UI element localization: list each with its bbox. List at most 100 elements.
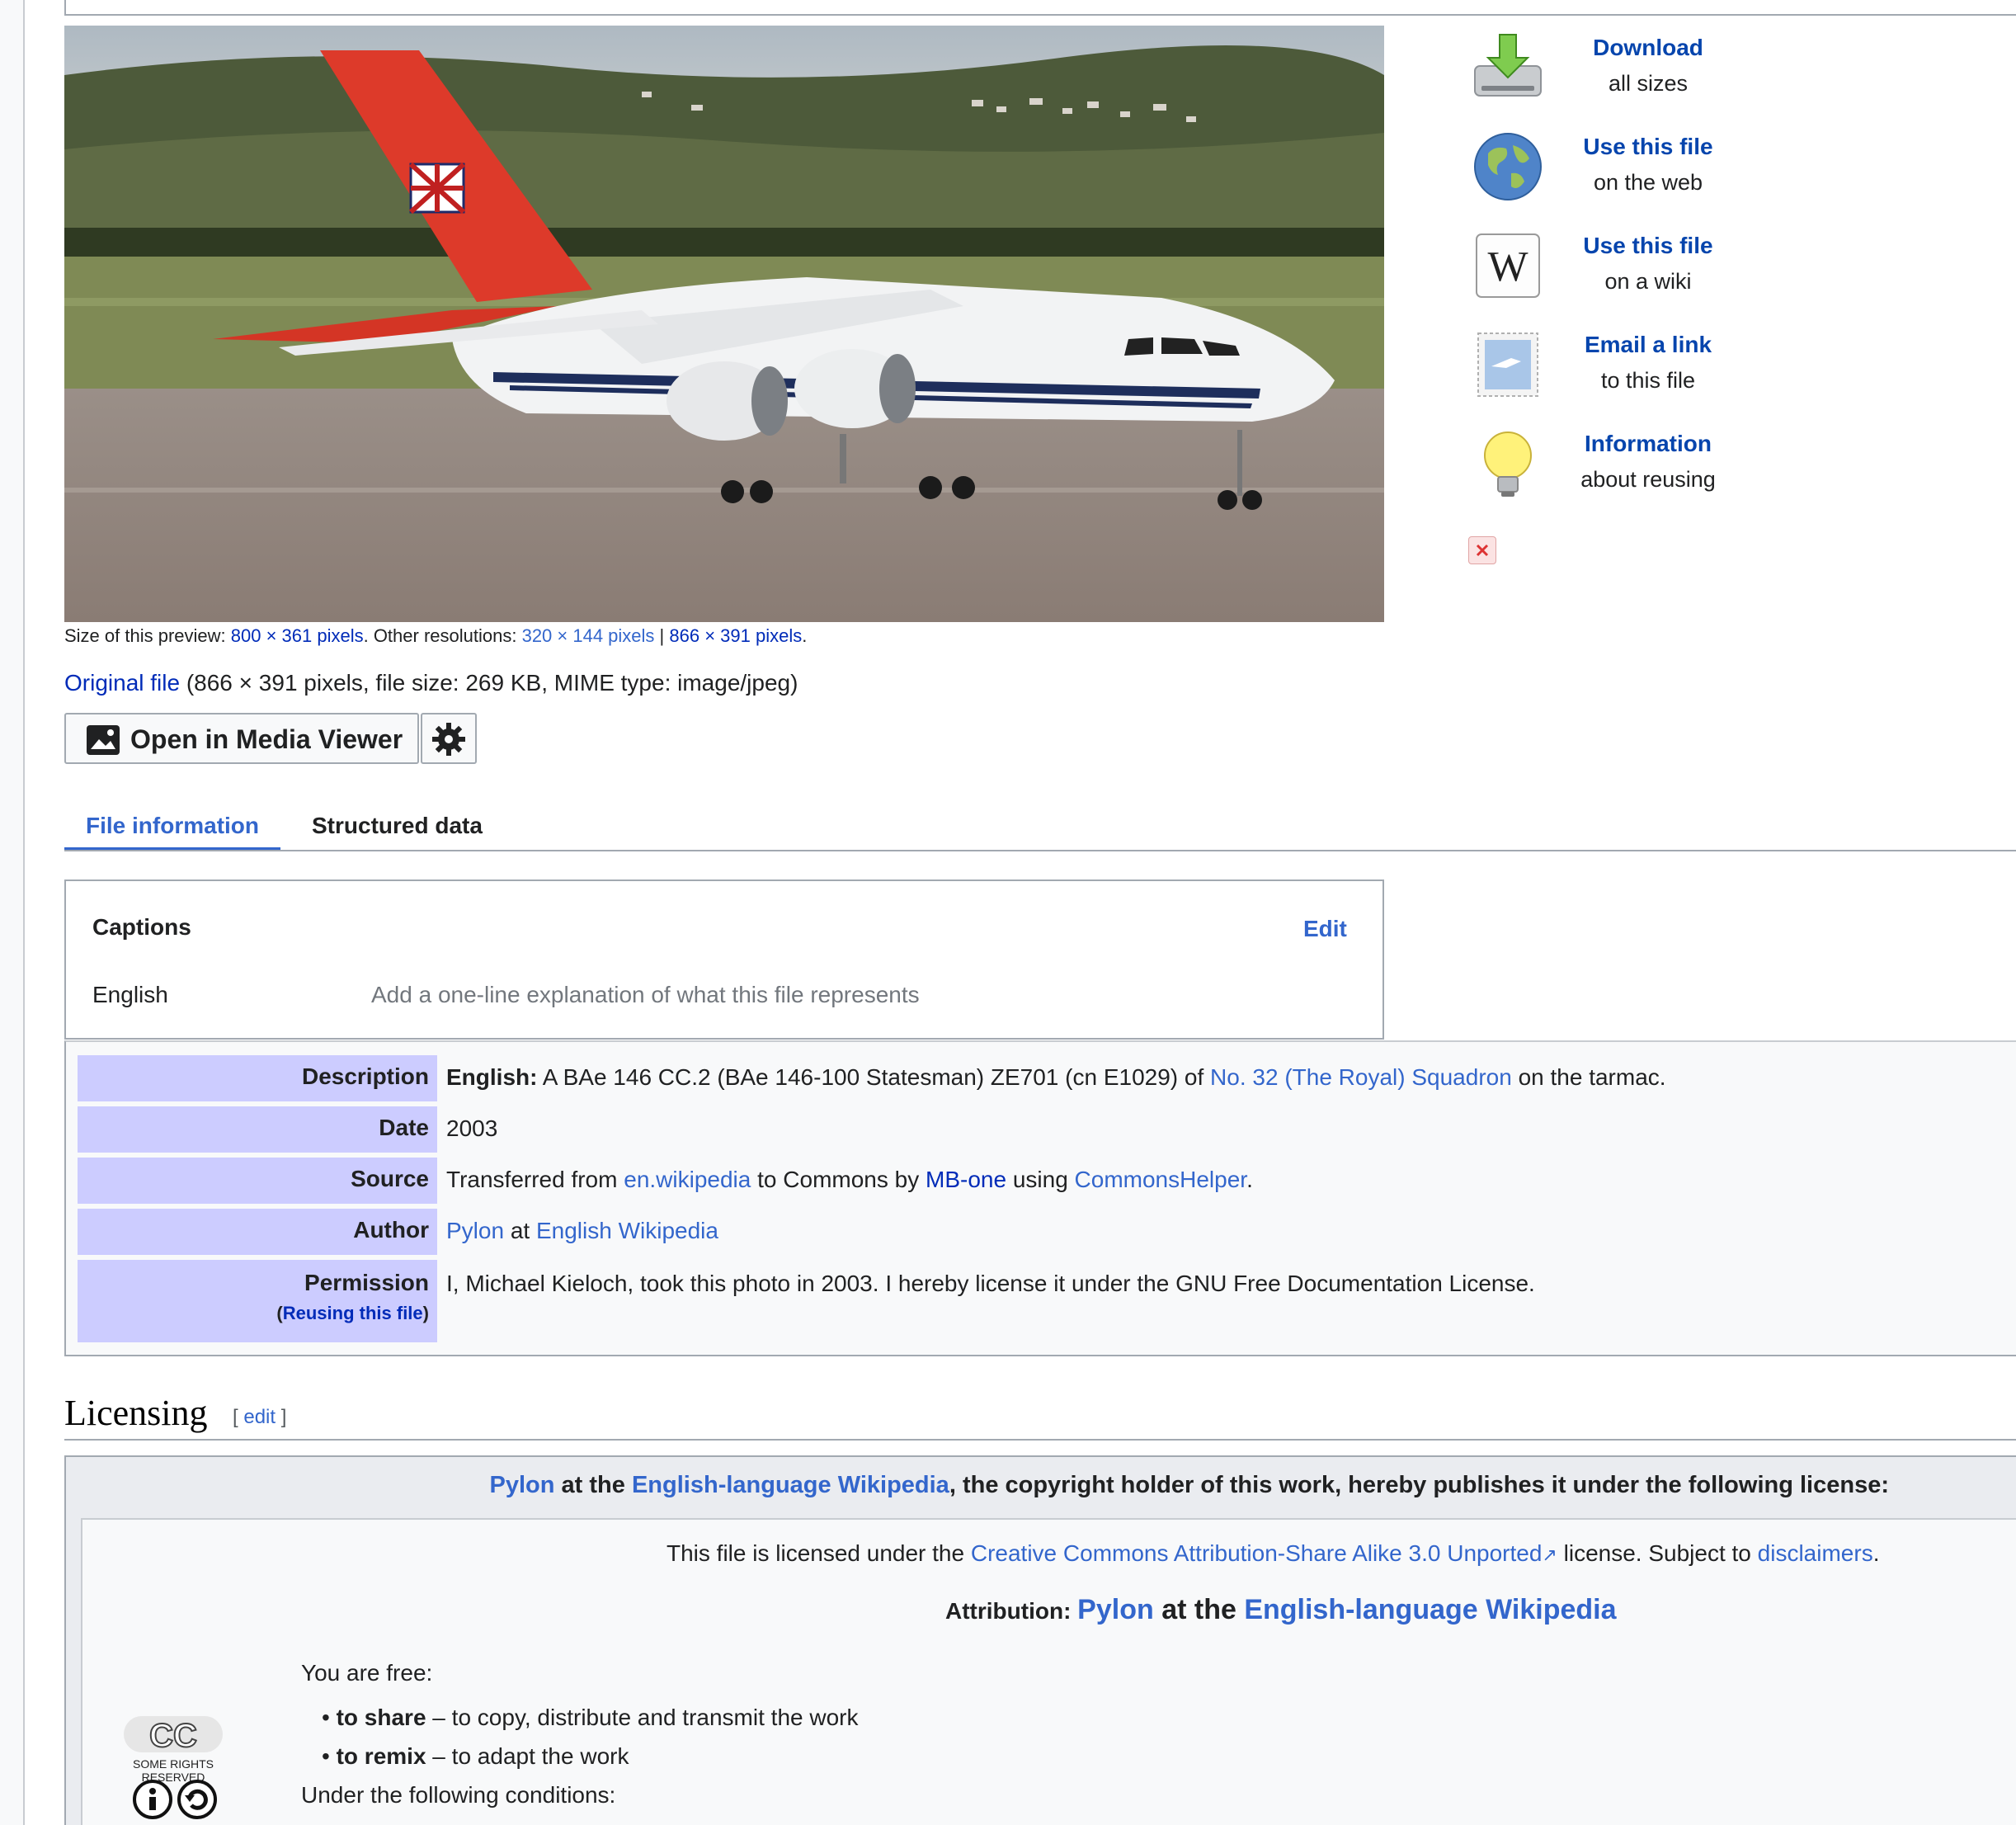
stamp-icon	[1470, 327, 1546, 403]
action-use-web-title[interactable]: Use this file	[1557, 134, 1739, 160]
source-end: .	[1246, 1167, 1253, 1192]
cc-logo: CC SOME RIGHTS RESERVED	[107, 1716, 239, 1825]
media-viewer-settings-button[interactable]	[421, 713, 477, 764]
remix-bold: to remix	[336, 1743, 426, 1769]
tab-file-information[interactable]: File information	[64, 813, 280, 851]
open-media-viewer-label: Open in Media Viewer	[130, 724, 403, 754]
action-download-sub: all sizes	[1608, 71, 1689, 96]
you-are-free: You are free:	[301, 1660, 433, 1686]
action-use-wiki[interactable]: W Use this file on a wiki	[1467, 221, 1731, 312]
description-label: Description	[78, 1055, 437, 1101]
list-item-share: • to share – to copy, distribute and tra…	[322, 1705, 859, 1730]
svg-text:W: W	[1487, 243, 1528, 290]
permission-label-text: Permission	[304, 1270, 429, 1295]
english-wikipedia-link[interactable]: English Wikipedia	[536, 1218, 718, 1243]
intro-pylon-link[interactable]: Pylon	[490, 1472, 555, 1498]
reusing-open: (	[276, 1303, 283, 1323]
download-icon	[1470, 30, 1546, 106]
original-file-details: (866 × 391 pixels, file size: 269 KB, MI…	[180, 670, 798, 696]
description-end: on the tarmac.	[1511, 1064, 1666, 1090]
action-reuse-info-sub: about reusing	[1580, 467, 1716, 492]
open-media-viewer-button[interactable]: Open in Media Viewer	[64, 713, 419, 764]
cc-mark: CC	[148, 1717, 198, 1755]
conditions-heading: Under the following conditions:	[301, 1782, 616, 1808]
license-intro: Pylon at the English-language Wikipedia,…	[0, 1472, 1952, 1499]
captions-panel: Captions Edit English Add a one-line exp…	[64, 879, 1384, 1040]
description-text: A BAe 146 CC.2 (BAe 146-100 Statesman) Z…	[537, 1064, 1211, 1090]
licensing-edit-link[interactable]: edit	[243, 1406, 276, 1428]
reusing-this-file: (Reusing this file)	[78, 1303, 429, 1324]
action-use-web-sub: on the web	[1593, 170, 1703, 195]
external-link-icon: ↗	[1542, 1544, 1557, 1565]
licensing-heading: Licensing	[64, 1393, 208, 1433]
attribution-icon	[132, 1779, 173, 1824]
action-email-link[interactable]: Email a link to this file	[1467, 320, 1731, 411]
action-download-title[interactable]: Download	[1557, 35, 1739, 61]
author-value: Pylon at English Wikipedia	[446, 1218, 718, 1244]
squadron-link[interactable]: No. 32 (The Royal) Squadron	[1210, 1064, 1512, 1090]
preview-size-prefix: Size of this preview:	[64, 625, 231, 646]
original-file-link[interactable]: Original file	[64, 670, 180, 696]
permission-value: I, Michael Kieloch, took this photo in 2…	[446, 1271, 1535, 1296]
close-icon[interactable]	[1468, 536, 1496, 564]
preview-image[interactable]	[64, 26, 1384, 622]
reusing-close: )	[422, 1303, 429, 1323]
captions-edit-button[interactable]: Edit	[1303, 916, 1347, 942]
aircraft-photo	[64, 26, 1384, 622]
licensing-rule	[64, 1439, 2016, 1441]
action-use-web[interactable]: Use this file on the web	[1467, 122, 1731, 213]
license-text-prefix: This file is licensed under the	[667, 1540, 971, 1566]
attribution-pylon-link[interactable]: Pylon	[1077, 1594, 1154, 1625]
source-prefix: Transferred from	[446, 1167, 624, 1192]
top-frame	[64, 0, 2016, 16]
license-text-middle: license. Subject to	[1557, 1540, 1758, 1566]
action-reuse-info-title[interactable]: Information	[1557, 431, 1739, 457]
preview-size-link[interactable]: 800 × 361 pixels	[231, 625, 364, 646]
attribution-label: Attribution:	[945, 1598, 1078, 1624]
reusing-this-file-link[interactable]: Reusing this file	[283, 1303, 423, 1323]
license-statement: This file is licensed under the Creative…	[667, 1540, 1879, 1567]
cc-by-sa-link[interactable]: Creative Commons Attribution-Share Alike…	[971, 1540, 1543, 1566]
attribution-middle: at the	[1153, 1594, 1245, 1625]
resolution-link-small[interactable]: 320 × 144 pixels	[522, 625, 655, 646]
action-use-wiki-sub: on a wiki	[1604, 269, 1692, 294]
action-email-link-title[interactable]: Email a link	[1557, 332, 1739, 358]
description-language: English:	[446, 1064, 538, 1090]
action-reuse-info[interactable]: Information about reusing	[1467, 419, 1731, 510]
mb-one-link[interactable]: MB-one	[926, 1167, 1006, 1192]
action-download[interactable]: Download all sizes	[1467, 23, 1731, 114]
disclaimers-link[interactable]: disclaimers	[1758, 1540, 1873, 1566]
tabs-divider	[64, 850, 2016, 851]
gear-icon	[431, 721, 467, 762]
date-value: 2003	[446, 1115, 498, 1141]
share-bold: to share	[336, 1705, 426, 1730]
image-icon	[86, 724, 120, 760]
attribution-line: Attribution: Pylon at the English-langua…	[945, 1594, 1617, 1626]
permission-label: Permission (Reusing this file)	[78, 1260, 437, 1342]
caption-placeholder[interactable]: Add a one-line explanation of what this …	[371, 982, 920, 1008]
intro-wikipedia-link[interactable]: English-language Wikipedia	[632, 1472, 949, 1498]
action-use-wiki-title[interactable]: Use this file	[1557, 233, 1739, 259]
intro-middle: at the	[554, 1472, 632, 1498]
tab-structured-data[interactable]: Structured data	[312, 813, 483, 839]
en-wikipedia-link[interactable]: en.wikipedia	[624, 1167, 751, 1192]
remix-text: – to adapt the work	[426, 1743, 629, 1769]
list-item-remix: • to remix – to adapt the work	[322, 1743, 629, 1769]
some-rights-reserved: SOME RIGHTS RESERVED	[132, 1757, 214, 1784]
action-email-link-sub: to this file	[1600, 368, 1696, 393]
source-middle-2: using	[1006, 1167, 1075, 1192]
captions-language: English	[92, 982, 168, 1007]
description-value: English: A BAe 146 CC.2 (BAe 146-100 Sta…	[446, 1064, 1666, 1091]
wikipedia-icon: W	[1470, 228, 1546, 304]
globe-icon	[1470, 129, 1546, 205]
attribution-wikipedia-link[interactable]: English-language Wikipedia	[1244, 1594, 1616, 1625]
author-pylon-link[interactable]: Pylon	[446, 1218, 504, 1243]
author-label: Author	[78, 1209, 437, 1255]
left-rail	[0, 0, 25, 1825]
commonshelper-link[interactable]: CommonsHelper	[1075, 1167, 1247, 1192]
resolution-link-full[interactable]: 866 × 391 pixels	[669, 625, 802, 646]
licensing-edit: [ edit ]	[233, 1406, 286, 1429]
resolution-end: .	[802, 625, 808, 646]
licensing-edit-open: [	[233, 1406, 244, 1428]
date-label: Date	[78, 1106, 437, 1153]
